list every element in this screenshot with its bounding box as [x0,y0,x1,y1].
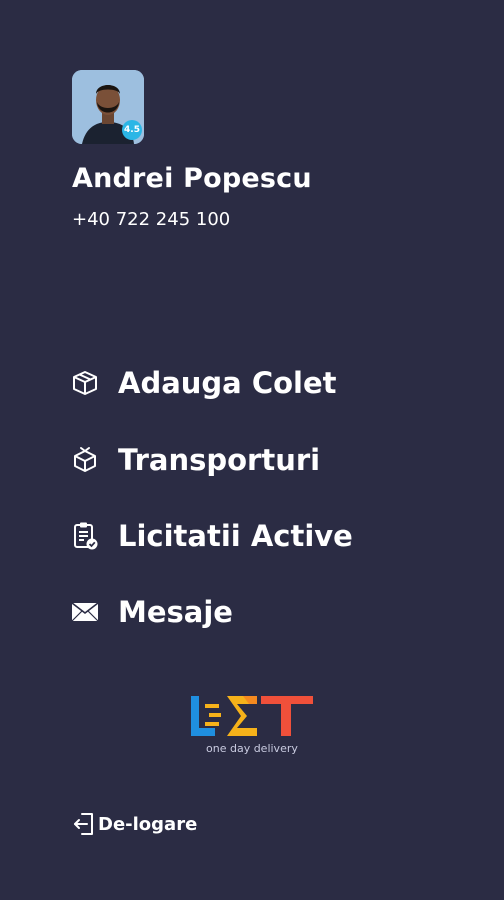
menu-item-label: Mesaje [118,595,233,629]
logout-label: De-logare [98,813,198,835]
menu-item-messages[interactable]: Mesaje [70,595,233,629]
menu-item-active-bids[interactable]: Licitatii Active [70,519,353,553]
logout-button[interactable]: De-logare [72,811,197,837]
side-menu-screen: 4.5 Andrei Popescu +40 722 245 100 Adaug… [0,0,504,900]
menu-item-label: Licitatii Active [118,519,353,553]
user-name: Andrei Popescu [72,163,312,194]
package-icon [70,368,100,398]
menu-item-label: Adauga Colet [118,366,337,400]
avatar[interactable]: 4.5 [72,70,144,144]
logo-tagline: one day delivery [206,742,298,755]
clipboard-check-icon [70,521,100,551]
package-transfer-icon [70,445,100,475]
menu-item-transports[interactable]: Transporturi [70,443,320,477]
user-phone: +40 722 245 100 [72,209,231,230]
menu-item-add-package[interactable]: Adauga Colet [70,366,337,400]
envelope-icon [70,597,100,627]
rating-badge: 4.5 [122,120,142,140]
menu-item-label: Transporturi [118,443,321,477]
logout-icon [72,811,96,837]
